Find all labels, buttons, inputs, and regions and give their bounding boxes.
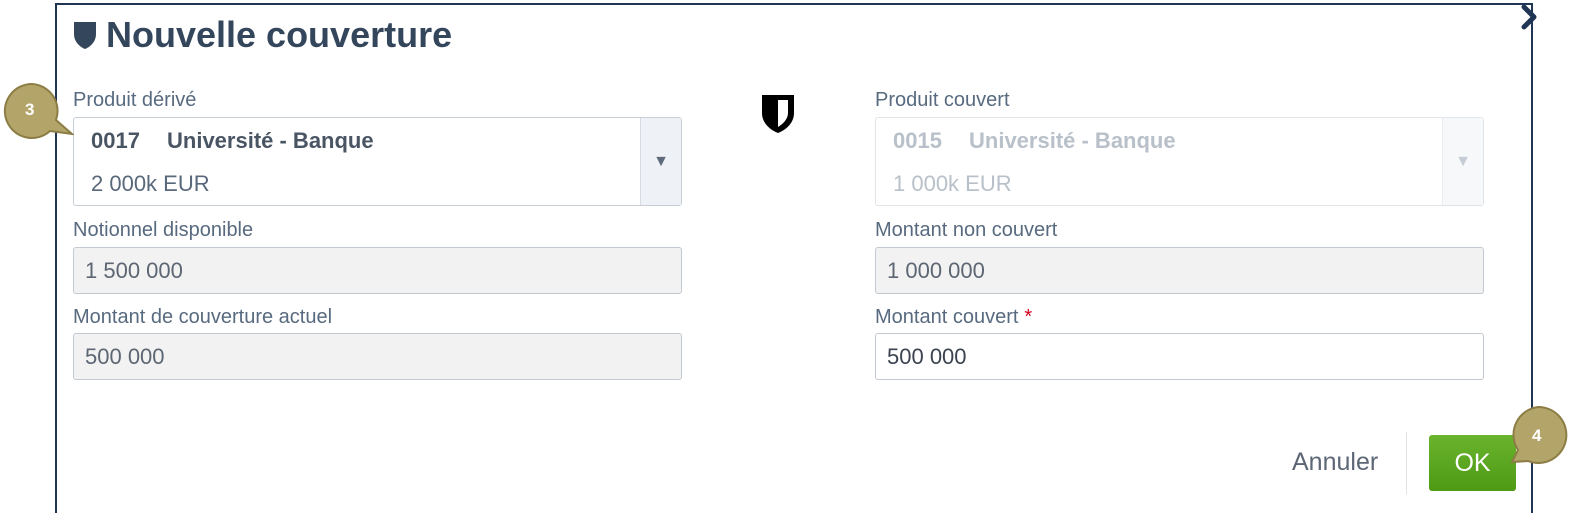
uncovered-label: Montant non couvert <box>875 219 1058 241</box>
callout-number-3: 3 <box>25 100 35 119</box>
close-icon[interactable] <box>1520 4 1538 30</box>
derivative-select[interactable]: 0017 Université - Banque 2 000k EUR ▼ <box>73 117 682 206</box>
callout-bubble-3 <box>3 82 74 139</box>
footer-divider <box>1406 432 1407 494</box>
shield-icon <box>762 95 794 133</box>
covered-label: Montant couvert * <box>875 306 1032 329</box>
notional-field: 1 500 000 <box>73 247 682 294</box>
covered-label-text: Montant couvert <box>875 306 1019 328</box>
covered-amount-input[interactable]: 500 000 <box>875 333 1484 380</box>
callout-number-4: 4 <box>1532 426 1542 445</box>
dialog-title: Nouvelle couverture <box>72 14 452 56</box>
derivative-amount: 2 000k EUR <box>91 171 210 196</box>
hedged-amount: 1 000k EUR <box>893 171 1012 196</box>
required-asterisk: * <box>1024 306 1033 328</box>
uncovered-field: 1 000 000 <box>875 247 1484 294</box>
hedged-name: Université - Banque <box>969 128 1176 153</box>
dropdown-arrow-icon[interactable]: ▼ <box>640 118 681 205</box>
shield-icon <box>74 22 96 49</box>
current-coverage-label: Montant de couverture actuel <box>73 306 333 328</box>
dialog-title-text: Nouvelle couverture <box>106 14 453 55</box>
cancel-button[interactable]: Annuler <box>1280 442 1390 483</box>
current-coverage-field: 500 000 <box>73 333 682 380</box>
derivative-code: 0017 <box>91 128 140 153</box>
dropdown-arrow-icon: ▼ <box>1442 118 1483 205</box>
hedged-code: 0015 <box>893 128 942 153</box>
hedged-select: 0015 Université - Banque 1 000k EUR ▼ <box>875 117 1484 206</box>
hedged-label: Produit couvert <box>875 89 1010 111</box>
derivative-label: Produit dérivé <box>73 89 197 111</box>
notional-label: Notionnel disponible <box>73 219 254 241</box>
derivative-name: Université - Banque <box>167 128 374 153</box>
